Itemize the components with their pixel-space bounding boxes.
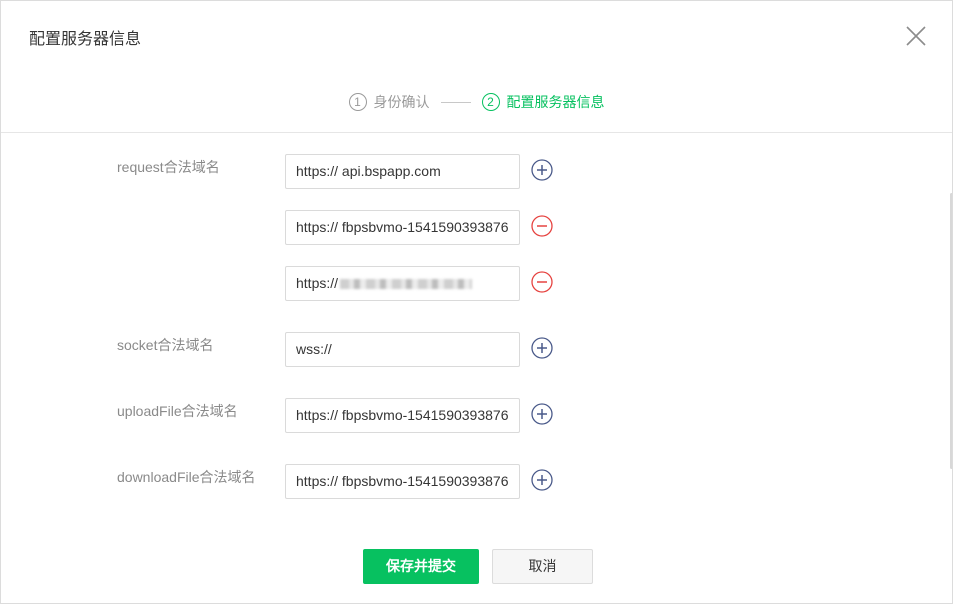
step-indicator: 1 身份确认 2 配置服务器信息	[1, 91, 952, 113]
uploadfile-domain-input[interactable]: https:// fbpsbvmo-1541590393876	[285, 398, 520, 433]
input-value: https://	[296, 275, 339, 291]
step-number: 1	[348, 93, 367, 111]
save-submit-button[interactable]: 保存并提交	[363, 549, 479, 584]
step-connector	[440, 101, 471, 103]
step-identity: 1 身份确认	[348, 92, 430, 112]
blurred-domain	[340, 279, 473, 290]
plus-circle-icon[interactable]	[531, 469, 553, 491]
plus-circle-icon[interactable]	[531, 403, 553, 425]
dialog-title: 配置服务器信息	[29, 31, 142, 48]
plus-circle-icon[interactable]	[531, 159, 553, 181]
socket-domain-label: socket合法域名	[117, 337, 214, 353]
downloadfile-domain-label: downloadFile合法域名	[117, 469, 256, 485]
request-domain-input-3[interactable]: https://	[285, 266, 520, 301]
cancel-button[interactable]: 取消	[492, 549, 593, 584]
step-number: 2	[481, 93, 500, 111]
close-icon[interactable]	[905, 25, 927, 47]
config-server-dialog: 配置服务器信息 1 身份确认 2 配置服务器信息 request合法域名 htt…	[0, 0, 953, 604]
plus-circle-icon[interactable]	[531, 337, 553, 359]
downloadfile-domain-input[interactable]: https:// fbpsbvmo-1541590393876	[285, 464, 520, 499]
request-domain-label: request合法域名	[117, 159, 220, 175]
uploadfile-domain-label: uploadFile合法域名	[117, 403, 238, 419]
header-divider	[1, 132, 952, 133]
request-domain-input-2[interactable]: https:// fbpsbvmo-1541590393876	[285, 210, 520, 245]
step-config-server: 2 配置服务器信息	[481, 92, 605, 112]
step-label: 身份确认	[373, 94, 430, 110]
socket-domain-input[interactable]: wss://	[285, 332, 520, 367]
step-label: 配置服务器信息	[506, 94, 605, 110]
minus-circle-icon[interactable]	[531, 215, 553, 237]
request-domain-input-1[interactable]: https:// api.bspapp.com	[285, 154, 520, 189]
minus-circle-icon[interactable]	[531, 271, 553, 293]
